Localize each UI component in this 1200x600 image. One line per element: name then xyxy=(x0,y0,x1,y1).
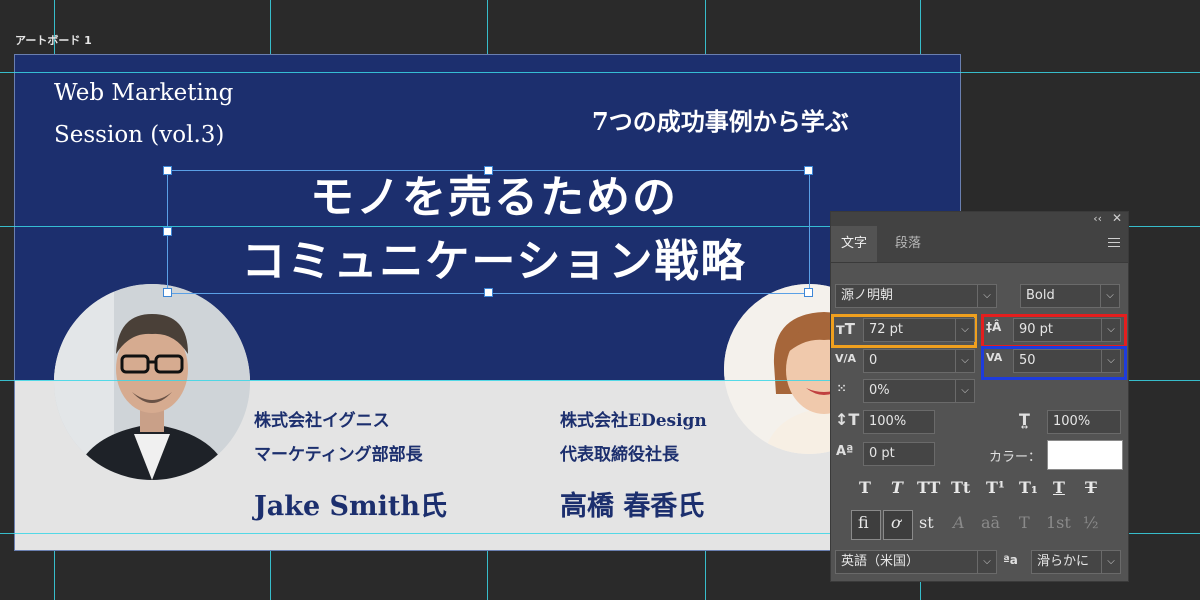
stylistic-alternates-button[interactable]: aā xyxy=(981,513,1000,532)
leading-value: 90 pt xyxy=(1019,322,1054,337)
underline-button[interactable]: T xyxy=(1053,478,1065,497)
color-label: カラー： xyxy=(989,450,1042,465)
baseline-shift-icon: Aª xyxy=(836,444,854,459)
resize-handle[interactable] xyxy=(163,166,172,175)
collapse-icon[interactable]: ‹‹ xyxy=(1093,212,1102,225)
resize-handle[interactable] xyxy=(484,288,493,297)
tab-paragraph[interactable]: 段落 xyxy=(885,226,931,262)
chevron-down-icon: ⌵ xyxy=(1100,285,1119,307)
artboard-outline xyxy=(14,54,961,551)
resize-handle[interactable] xyxy=(163,227,172,236)
all-caps-button[interactable]: TT xyxy=(917,478,940,497)
chevron-down-icon: ⌵ xyxy=(1101,551,1120,573)
chevron-down-icon: ⌵ xyxy=(955,380,974,402)
ordinals-button[interactable]: 1st xyxy=(1046,513,1071,532)
kerning-icon: V/A xyxy=(835,352,857,365)
text-bounding-box[interactable] xyxy=(167,170,810,294)
color-swatch[interactable] xyxy=(1047,440,1123,470)
fractions-button[interactable]: ½ xyxy=(1083,513,1099,532)
language-value: 英語（米国） xyxy=(841,554,920,569)
chevron-down-icon: ⌵ xyxy=(977,551,996,573)
leading-icon: ‡Â xyxy=(986,320,1002,334)
chevron-down-icon: ⌵ xyxy=(955,319,974,341)
font-style-value: Bold xyxy=(1026,288,1055,303)
chevron-down-icon: ⌵ xyxy=(977,285,996,307)
tracking-input[interactable]: 50 ⌵ xyxy=(1013,349,1121,373)
kerning-input[interactable]: 0 ⌵ xyxy=(863,349,975,373)
tracking-value: 50 xyxy=(1019,353,1036,368)
tsume-value: 0% xyxy=(869,383,890,398)
kerning-value: 0 xyxy=(869,353,878,368)
horizontal-scale-value: 100% xyxy=(1053,414,1091,429)
font-style-select[interactable]: Bold ⌵ xyxy=(1020,284,1120,308)
contextual-alternates-button[interactable]: st xyxy=(919,513,934,532)
chevron-down-icon: ⌵ xyxy=(955,350,974,372)
panel-titlebar: ‹‹ ✕ xyxy=(831,211,1128,226)
close-icon[interactable]: ✕ xyxy=(1112,211,1122,225)
language-select[interactable]: 英語（米国） ⌵ xyxy=(835,550,997,574)
standard-ligature-button[interactable]: fi xyxy=(858,513,869,532)
tsume-input[interactable]: 0% ⌵ xyxy=(863,379,975,403)
titling-alternates-button[interactable]: T xyxy=(1019,513,1030,532)
antialias-value: 滑らかに xyxy=(1037,554,1090,569)
chevron-down-icon: ⌵ xyxy=(1101,350,1120,372)
antialias-select[interactable]: 滑らかに ⌵ xyxy=(1031,550,1121,574)
guide-horizontal xyxy=(0,72,1200,73)
vertical-scale-icon: ↕T xyxy=(835,410,860,429)
chevron-down-icon: ⌵ xyxy=(1101,319,1120,341)
artboard-label: アートボード 1 xyxy=(15,34,92,47)
horizontal-scale-icon: T͍ xyxy=(1019,410,1030,429)
strikethrough-button[interactable]: T xyxy=(1085,478,1097,497)
superscript-button[interactable]: T¹ xyxy=(986,478,1005,497)
faux-italic-button[interactable]: T xyxy=(891,478,903,497)
baseline-shift-value: 0 pt xyxy=(869,446,895,461)
tsume-icon: ⁙ xyxy=(837,382,847,395)
leading-input[interactable]: 90 pt ⌵ xyxy=(1013,318,1121,342)
subscript-button[interactable]: T₁ xyxy=(1019,478,1038,497)
small-caps-button[interactable]: Tt xyxy=(951,478,970,497)
resize-handle[interactable] xyxy=(804,166,813,175)
resize-handle[interactable] xyxy=(804,288,813,297)
panel-tabs: 文字 段落 xyxy=(831,226,1128,263)
swash-button[interactable]: A xyxy=(953,513,965,532)
discretionary-ligature-button[interactable]: ơ xyxy=(891,513,901,532)
character-panel: ‹‹ ✕ 文字 段落 源ノ明朝 ⌵ Bold ⌵ ᴛT 72 pt ⌵ ‡Â 9… xyxy=(830,211,1129,582)
horizontal-scale-input[interactable]: 100% xyxy=(1047,410,1121,434)
baseline-shift-input[interactable]: 0 pt xyxy=(863,442,935,466)
font-size-input[interactable]: 72 pt ⌵ xyxy=(863,318,975,342)
faux-bold-button[interactable]: T xyxy=(859,478,871,497)
tracking-icon: VA xyxy=(986,351,1003,364)
tab-character[interactable]: 文字 xyxy=(831,226,878,262)
vertical-scale-input[interactable]: 100% xyxy=(863,410,935,434)
resize-handle[interactable] xyxy=(484,166,493,175)
panel-menu-icon[interactable] xyxy=(1108,238,1120,248)
resize-handle[interactable] xyxy=(163,288,172,297)
vertical-scale-value: 100% xyxy=(869,414,907,429)
antialias-icon: ªa xyxy=(1003,553,1018,567)
font-size-icon: ᴛT xyxy=(836,320,855,338)
font-family-value: 源ノ明朝 xyxy=(841,288,894,303)
font-family-select[interactable]: 源ノ明朝 ⌵ xyxy=(835,284,997,308)
font-size-value: 72 pt xyxy=(869,322,904,337)
